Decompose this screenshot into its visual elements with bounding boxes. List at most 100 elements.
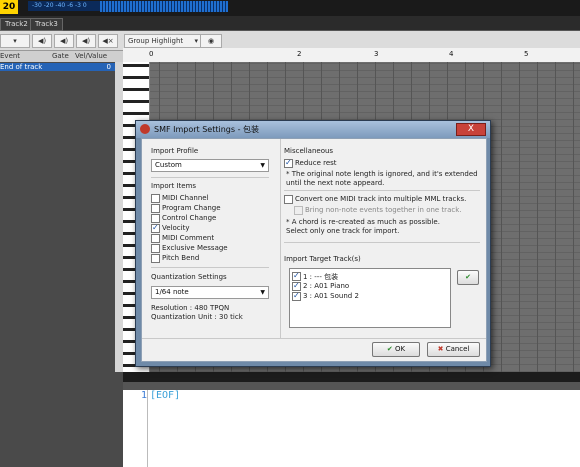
- track-2-label: 2 : A01 Piano: [303, 282, 350, 290]
- cancel-label: Cancel: [445, 345, 470, 353]
- ruler-mark: 0: [149, 50, 154, 58]
- event-value: 0: [106, 63, 111, 71]
- speaker-icon[interactable]: ◀): [76, 34, 96, 48]
- track-1-checkbox[interactable]: [292, 271, 301, 281]
- midi-channel-label: MIDI Channel: [162, 194, 209, 202]
- resolution-text: Resolution : 480 TPQN: [151, 304, 230, 312]
- bring-events-label: Bring non-note events together in one tr…: [305, 206, 462, 214]
- checkmark-icon: ✔: [386, 345, 393, 353]
- column-event: Event: [0, 52, 21, 60]
- mml-ruler: [123, 382, 580, 390]
- midi-channel-checkbox[interactable]: [151, 194, 160, 203]
- import-profile-value: Custom: [155, 161, 182, 169]
- quantization-select[interactable]: 1/64 note ▼: [151, 286, 269, 299]
- track-tab-row: Track2 Track3: [0, 16, 580, 31]
- chord-note-1: * A chord is re-created as much as possi…: [286, 218, 440, 226]
- track-1-label: 1 : --- 包装: [303, 273, 339, 281]
- chevron-down-icon: ▼: [260, 162, 265, 169]
- event-name: End of track: [0, 63, 43, 71]
- import-profile-select[interactable]: Custom ▼: [151, 159, 269, 172]
- track-3-checkbox[interactable]: [292, 291, 301, 301]
- eof-marker: [EOF]: [150, 390, 181, 401]
- miscellaneous-label: Miscellaneous: [284, 147, 334, 155]
- vertical-divider: [280, 139, 281, 339]
- divider: [284, 242, 480, 243]
- column-vel-value: Vel/Value: [75, 52, 108, 60]
- quantization-label: Quantization Settings: [151, 273, 227, 281]
- import-target-list[interactable]: 1 : --- 包装 2 : A01 Piano 3 : A01 Sound 2: [289, 268, 451, 328]
- tab-track3[interactable]: Track3: [30, 18, 63, 31]
- app-icon: [140, 124, 150, 134]
- top-status-bar: 20 -30 -20 -40 -6 -3 0: [0, 0, 580, 16]
- level-meter-bars: [100, 1, 228, 12]
- dialog-title: SMF Import Settings - 包装: [154, 125, 260, 134]
- left-bottom-panel: [0, 372, 123, 467]
- ruler-mark: 2: [297, 50, 302, 58]
- counter-display: 20: [0, 0, 18, 14]
- ok-button[interactable]: ✔ OK: [372, 342, 420, 357]
- level-meter-scale: -30 -20 -40 -6 -3 0: [28, 1, 102, 11]
- import-items-label: Import Items: [151, 182, 197, 190]
- quantization-value: 1/64 note: [155, 288, 189, 296]
- ruler-mark: 3: [374, 50, 379, 58]
- event-list: [0, 62, 123, 372]
- midi-comment-label: MIDI Comment: [162, 234, 215, 242]
- pitch-bend-label: Pitch Bend: [162, 254, 200, 262]
- ok-label: OK: [395, 345, 406, 353]
- chevron-down-icon: ▼: [260, 289, 265, 296]
- timeline-ruler[interactable]: 0 2 3 4 5: [123, 48, 580, 63]
- midi-comment-checkbox[interactable]: [151, 234, 160, 243]
- eye-icon[interactable]: ◉: [200, 34, 222, 48]
- speaker-mute-icon[interactable]: ◀×: [98, 34, 118, 48]
- track-2-checkbox[interactable]: [292, 281, 301, 291]
- event-list-scrollbar[interactable]: [115, 62, 123, 372]
- reduce-rest-note-1: * The original note length is ignored, a…: [286, 170, 478, 178]
- reduce-rest-label: Reduce rest: [295, 159, 337, 167]
- exclusive-message-checkbox[interactable]: [151, 244, 160, 253]
- smf-import-dialog: SMF Import Settings - 包装 X Import Profil…: [135, 120, 491, 367]
- control-change-checkbox[interactable]: [151, 214, 160, 223]
- convert-tracks-checkbox[interactable]: [284, 195, 293, 204]
- group-highlight-label: Group Highlight: [128, 37, 184, 45]
- track-3-label: 3 : A01 Sound 2: [303, 292, 359, 300]
- import-target-label: Import Target Track(s): [284, 255, 361, 263]
- ruler-mark: 5: [524, 50, 529, 58]
- close-button[interactable]: X: [456, 123, 486, 136]
- speaker-icon[interactable]: ◀): [54, 34, 74, 48]
- quantization-unit-text: Quantization Unit : 30 tick: [151, 313, 243, 321]
- divider: [284, 190, 480, 191]
- reduce-rest-checkbox[interactable]: [284, 158, 293, 168]
- control-change-label: Control Change: [162, 214, 217, 222]
- chord-note-2: Select only one track for import.: [286, 227, 400, 235]
- convert-tracks-label: Convert one MIDI track into multiple MML…: [295, 195, 467, 203]
- cancel-icon: ✖: [437, 345, 444, 353]
- import-profile-label: Import Profile: [151, 147, 199, 155]
- chevron-down-icon: ▾: [194, 37, 198, 45]
- horizontal-scrollbar[interactable]: [123, 372, 580, 382]
- divider: [151, 267, 269, 268]
- line-number: 1: [140, 390, 147, 401]
- column-gate: Gate: [52, 52, 69, 60]
- list-item[interactable]: End of track 0: [0, 63, 115, 71]
- line-number-gutter: 1: [123, 390, 148, 467]
- speaker-icon[interactable]: ◀): [32, 34, 52, 48]
- bring-events-checkbox[interactable]: [294, 206, 303, 215]
- cancel-button[interactable]: ✖ Cancel: [427, 342, 480, 357]
- mml-editor[interactable]: [123, 390, 580, 467]
- divider: [151, 177, 269, 178]
- pitch-bend-checkbox[interactable]: [151, 254, 160, 263]
- tab-track2[interactable]: Track2: [0, 18, 33, 31]
- dropdown-button[interactable]: ▾: [0, 34, 30, 48]
- ruler-mark: 4: [449, 50, 454, 58]
- program-change-checkbox[interactable]: [151, 204, 160, 213]
- exclusive-message-label: Exclusive Message: [162, 244, 228, 252]
- close-icon: X: [467, 124, 475, 134]
- check-all-button[interactable]: ✔: [457, 270, 479, 285]
- dialog-body: Import Profile Custom ▼ Import Items MIDI…: [141, 138, 487, 362]
- velocity-label: Velocity: [162, 224, 190, 232]
- divider: [142, 338, 486, 339]
- velocity-checkbox[interactable]: [151, 223, 160, 233]
- program-change-label: Program Change: [162, 204, 221, 212]
- dialog-titlebar[interactable]: SMF Import Settings - 包装 X: [136, 121, 490, 138]
- group-highlight-select[interactable]: Group Highlight ▾: [124, 34, 201, 48]
